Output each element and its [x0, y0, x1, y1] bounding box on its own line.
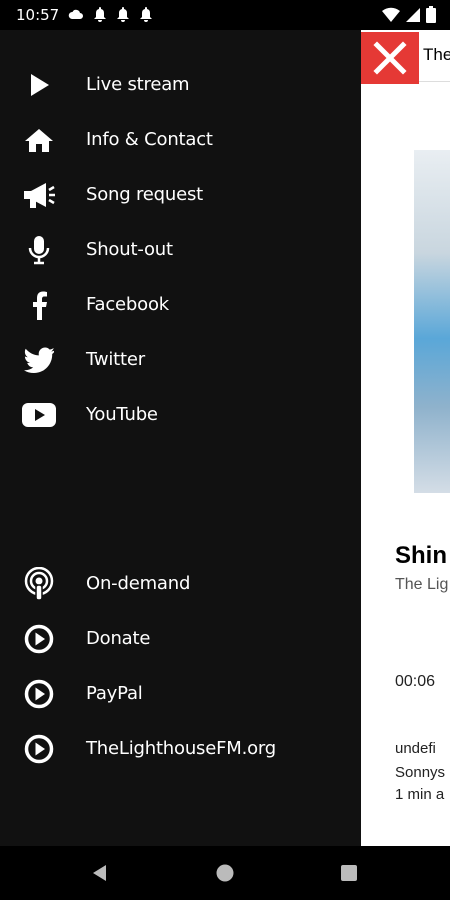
app-content: The Shin The Lig 00:06 undefi Sonnys 1 m… — [361, 30, 450, 846]
home-circle-icon — [216, 864, 234, 882]
notification-icons — [68, 6, 153, 22]
menu-item-song-request[interactable]: Song request — [0, 167, 361, 222]
close-icon — [373, 41, 407, 75]
menu-item-paypal[interactable]: PayPal — [0, 666, 361, 721]
menu-item-info-contact[interactable]: Info & Contact — [0, 112, 361, 167]
bell-icon — [117, 7, 129, 22]
recents-button[interactable] — [337, 861, 361, 885]
track-time: 00:06 — [395, 673, 436, 690]
menu-item-label: Live stream — [86, 74, 190, 95]
battery-icon — [426, 6, 436, 23]
home-button[interactable] — [213, 861, 237, 885]
menu-item-on-demand[interactable]: On-demand — [0, 556, 361, 611]
menu-item-label: Info & Contact — [86, 129, 213, 150]
bell-icon — [94, 7, 106, 22]
wifi-icon — [382, 7, 400, 22]
play-circle-icon — [22, 622, 56, 656]
play-circle-icon — [22, 732, 56, 766]
menu-item-label: On-demand — [86, 573, 191, 594]
menu-item-label: Donate — [86, 628, 151, 649]
track-subtitle: The Lig — [395, 576, 449, 593]
menu-item-website[interactable]: TheLighthouseFM.org — [0, 721, 361, 776]
recent-line: Sonnys — [395, 764, 446, 781]
menu-item-label: TheLighthouseFM.org — [86, 738, 277, 759]
navigation-drawer: Live stream Info & Contact Song request … — [0, 30, 361, 846]
status-right-icons — [382, 6, 436, 23]
menu-item-label: PayPal — [86, 683, 143, 704]
close-drawer-button[interactable] — [361, 32, 419, 84]
menu-item-shout-out[interactable]: Shout-out — [0, 222, 361, 277]
menu-item-label: Facebook — [86, 294, 169, 315]
track-title: Shin — [395, 542, 447, 569]
menu-item-label: Twitter — [86, 349, 145, 370]
bell-icon — [140, 7, 152, 22]
play-circle-icon — [22, 677, 56, 711]
menu-item-label: YouTube — [86, 404, 158, 425]
menu-item-label: Song request — [86, 184, 204, 205]
megaphone-icon — [22, 178, 56, 212]
menu-item-youtube[interactable]: YouTube — [0, 387, 361, 442]
menu-item-live-stream[interactable]: Live stream — [0, 57, 361, 112]
status-time: 10:57 — [16, 6, 60, 24]
recent-line: undefi — [395, 740, 436, 757]
youtube-icon — [22, 398, 56, 432]
menu-item-label: Shout-out — [86, 239, 173, 260]
menu-item-facebook[interactable]: Facebook — [0, 277, 361, 332]
system-nav-bar — [0, 846, 450, 900]
cover-image — [414, 150, 450, 493]
play-icon — [22, 68, 56, 102]
status-bar: 10:57 — [0, 0, 450, 30]
home-icon — [22, 123, 56, 157]
facebook-icon — [22, 288, 56, 322]
cloud-icon — [68, 9, 83, 19]
microphone-icon — [22, 233, 56, 267]
recent-line: 1 min a — [395, 786, 445, 803]
podcast-icon — [22, 566, 56, 601]
twitter-icon — [22, 343, 56, 377]
menu-item-donate[interactable]: Donate — [0, 611, 361, 666]
menu-item-twitter[interactable]: Twitter — [0, 332, 361, 387]
recents-icon — [341, 865, 357, 881]
app-header: The — [361, 30, 450, 84]
signal-icon — [406, 7, 420, 22]
back-button[interactable] — [88, 861, 112, 885]
back-icon — [93, 865, 106, 881]
header-title: The — [423, 45, 450, 64]
